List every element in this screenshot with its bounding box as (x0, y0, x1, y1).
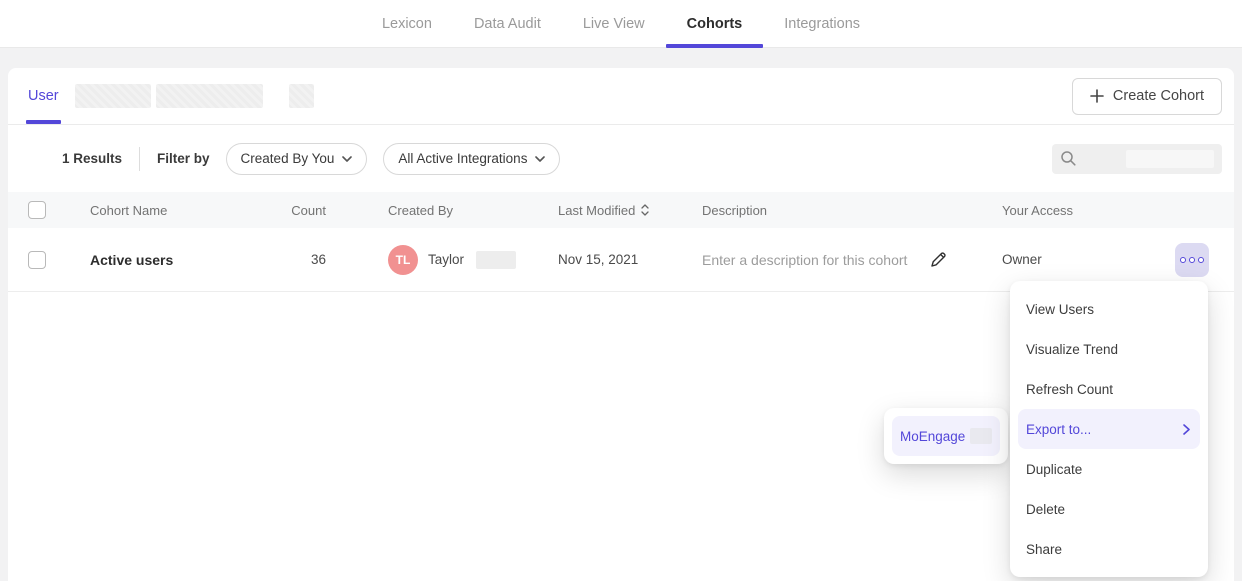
filter-divider (139, 147, 140, 171)
cohort-type-tabbar: User Create Cohort (8, 68, 1234, 125)
redacted-tab-1 (75, 84, 151, 108)
active-tab-underline (666, 44, 764, 48)
export-submenu: MoEngage (884, 408, 1008, 464)
header-created-by[interactable]: Created By (388, 203, 558, 218)
tab-live-view[interactable]: Live View (562, 0, 666, 47)
created-by-cell: TL Taylor (388, 245, 558, 275)
cohort-name-link[interactable]: Active users (90, 252, 288, 268)
chevron-right-icon (1183, 424, 1190, 435)
tab-user-label: User (28, 88, 59, 104)
pencil-icon (929, 250, 948, 269)
last-modified-value: Nov 15, 2021 (558, 252, 702, 267)
plus-icon (1090, 89, 1104, 103)
create-cohort-label: Create Cohort (1113, 88, 1204, 104)
menu-item-share[interactable]: Share (1010, 529, 1208, 569)
submenu-item-moengage[interactable]: MoEngage (892, 416, 1000, 456)
table-header: Cohort Name Count Created By Last Modifi… (8, 192, 1234, 228)
created-by-dropdown[interactable]: Created By You (226, 143, 368, 175)
create-cohort-button[interactable]: Create Cohort (1072, 78, 1222, 115)
top-nav: Lexicon Data Audit Live View Cohorts Int… (0, 0, 1242, 48)
redacted-submenu-text (970, 428, 992, 444)
tab-user[interactable]: User (28, 68, 59, 124)
header-last-modified[interactable]: Last Modified (558, 203, 702, 218)
row-actions-context-menu: View Users Visualize Trend Refresh Count… (1010, 281, 1208, 577)
dots-icon (1198, 257, 1204, 263)
tab-cohorts-label: Cohorts (687, 16, 743, 32)
menu-item-duplicate[interactable]: Duplicate (1010, 449, 1208, 489)
integrations-dropdown-value: All Active Integrations (398, 151, 527, 166)
search-box[interactable] (1052, 144, 1222, 174)
your-access-value: Owner (1002, 252, 1168, 267)
avatar: TL (388, 245, 418, 275)
tab-lexicon[interactable]: Lexicon (361, 0, 453, 47)
select-all-checkbox[interactable] (28, 201, 46, 219)
filter-row: 1 Results Filter by Created By You All A… (8, 125, 1234, 192)
header-your-access: Your Access (1002, 203, 1168, 218)
redacted-tab-3 (289, 84, 314, 108)
description-cell: Enter a description for this cohort (702, 248, 1002, 271)
row-checkbox[interactable] (28, 251, 46, 269)
chevron-down-icon (342, 156, 352, 162)
description-placeholder[interactable]: Enter a description for this cohort (702, 252, 907, 268)
integrations-dropdown[interactable]: All Active Integrations (383, 143, 560, 175)
header-count[interactable]: Count (288, 203, 388, 218)
dots-icon (1180, 257, 1186, 263)
tab-cohorts[interactable]: Cohorts (666, 0, 764, 47)
user-tab-underline (26, 120, 61, 124)
menu-item-visualize-trend[interactable]: Visualize Trend (1010, 329, 1208, 369)
header-cohort-name[interactable]: Cohort Name (90, 203, 288, 218)
tab-data-audit[interactable]: Data Audit (453, 0, 562, 47)
header-last-modified-label: Last Modified (558, 203, 635, 218)
menu-item-view-users[interactable]: View Users (1010, 289, 1208, 329)
menu-item-delete[interactable]: Delete (1010, 489, 1208, 529)
header-description: Description (702, 203, 1002, 218)
results-count: 1 Results (62, 151, 122, 166)
redacted-tab-2 (156, 84, 263, 108)
dots-icon (1189, 257, 1195, 263)
created-by-name: Taylor (428, 252, 464, 267)
redacted-name (476, 251, 516, 269)
menu-item-export-to-label: Export to... (1026, 422, 1091, 437)
edit-description-button[interactable] (927, 248, 950, 271)
menu-item-export-to[interactable]: Export to... (1018, 409, 1200, 449)
sort-icon (641, 204, 649, 216)
search-icon (1060, 150, 1077, 167)
chevron-down-icon (535, 156, 545, 162)
row-actions-menu-button[interactable] (1175, 243, 1209, 277)
cohort-count: 36 (288, 252, 388, 267)
submenu-item-moengage-label: MoEngage (900, 429, 965, 444)
tab-integrations[interactable]: Integrations (763, 0, 881, 47)
filter-by-label: Filter by (157, 151, 210, 166)
menu-item-refresh-count[interactable]: Refresh Count (1010, 369, 1208, 409)
redacted-search-text (1126, 150, 1214, 168)
created-by-dropdown-value: Created By You (241, 151, 335, 166)
